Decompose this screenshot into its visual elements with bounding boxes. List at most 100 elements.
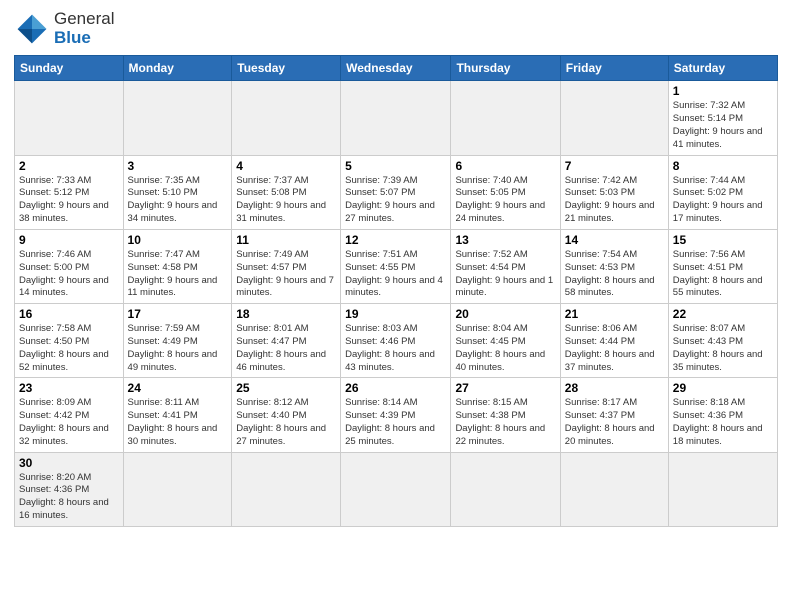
day-number: 30 [19, 456, 119, 470]
day-number: 9 [19, 233, 119, 247]
calendar-cell-2-5: 14 Sunrise: 7:54 AM Sunset: 4:53 PM Dayli… [560, 229, 668, 303]
week-row-4: 23 Sunrise: 8:09 AM Sunset: 4:42 PM Dayli… [15, 378, 778, 452]
day-info: Sunrise: 7:52 AM Sunset: 4:54 PM Dayligh… [455, 249, 555, 300]
day-info: Sunrise: 8:15 AM Sunset: 4:38 PM Dayligh… [455, 397, 555, 448]
calendar-cell-3-2: 18Sunrise: 8:01 AM Sunset: 4:47 PM Dayli… [232, 304, 341, 378]
day-number: 22 [673, 307, 773, 321]
day-info: Sunrise: 7:33 AM Sunset: 5:12 PM Dayligh… [19, 175, 119, 226]
day-info: Sunrise: 7:44 AM Sunset: 5:02 PM Dayligh… [673, 175, 773, 226]
day-number: 2 [19, 159, 119, 173]
day-info: Sunrise: 8:20 AM Sunset: 4:36 PM Dayligh… [19, 472, 119, 523]
day-number: 6 [455, 159, 555, 173]
weekday-header-sunday: Sunday [15, 56, 124, 81]
calendar-cell-3-1: 17 Sunrise: 7:59 AM Sunset: 4:49 PM Dayli… [123, 304, 232, 378]
day-number: 1 [673, 84, 773, 98]
day-number: 27 [455, 381, 555, 395]
weekday-header-wednesday: Wednesday [341, 56, 451, 81]
calendar-cell-4-5: 28 Sunrise: 8:17 AM Sunset: 4:37 PM Dayli… [560, 378, 668, 452]
calendar-cell-2-4: 13Sunrise: 7:52 AM Sunset: 4:54 PM Dayli… [451, 229, 560, 303]
weekday-header-friday: Friday [560, 56, 668, 81]
day-number: 21 [565, 307, 664, 321]
day-info: Sunrise: 7:32 AM Sunset: 5:14 PM Dayligh… [673, 100, 773, 151]
calendar-cell-4-6: 29 Sunrise: 8:18 AM Sunset: 4:36 PM Dayli… [668, 378, 777, 452]
logo-blue-text: Blue [54, 28, 91, 47]
calendar-cell-0-2 [232, 81, 341, 155]
weekday-header-tuesday: Tuesday [232, 56, 341, 81]
calendar-cell-2-2: 11Sunrise: 7:49 AM Sunset: 4:57 PM Dayli… [232, 229, 341, 303]
day-number: 25 [236, 381, 336, 395]
day-number: 12 [345, 233, 446, 247]
calendar-cell-5-6 [668, 452, 777, 526]
day-info: Sunrise: 7:56 AM Sunset: 4:51 PM Dayligh… [673, 249, 773, 300]
day-info: Sunrise: 7:40 AM Sunset: 5:05 PM Dayligh… [455, 175, 555, 226]
calendar-cell-5-3 [341, 452, 451, 526]
calendar-cell-1-2: 4Sunrise: 7:37 AM Sunset: 5:08 PM Daylig… [232, 155, 341, 229]
week-row-5: 30 Sunrise: 8:20 AM Sunset: 4:36 PM Dayli… [15, 452, 778, 526]
calendar-cell-1-0: 2 Sunrise: 7:33 AM Sunset: 5:12 PM Daylig… [15, 155, 124, 229]
calendar-table: SundayMondayTuesdayWednesdayThursdayFrid… [14, 55, 778, 527]
day-number: 29 [673, 381, 773, 395]
week-row-3: 16Sunrise: 7:58 AM Sunset: 4:50 PM Dayli… [15, 304, 778, 378]
calendar-cell-4-0: 23 Sunrise: 8:09 AM Sunset: 4:42 PM Dayli… [15, 378, 124, 452]
day-info: Sunrise: 7:39 AM Sunset: 5:07 PM Dayligh… [345, 175, 446, 226]
day-info: Sunrise: 7:54 AM Sunset: 4:53 PM Dayligh… [565, 249, 664, 300]
calendar-cell-4-2: 25Sunrise: 8:12 AM Sunset: 4:40 PM Dayli… [232, 378, 341, 452]
calendar-cell-1-6: 8Sunrise: 7:44 AM Sunset: 5:02 PM Daylig… [668, 155, 777, 229]
weekday-header-thursday: Thursday [451, 56, 560, 81]
header: General Blue [14, 10, 778, 47]
day-info: Sunrise: 7:47 AM Sunset: 4:58 PM Dayligh… [128, 249, 228, 300]
day-number: 23 [19, 381, 119, 395]
page: General Blue SundayMondayTuesdayWednesda… [0, 0, 792, 612]
day-info: Sunrise: 7:46 AM Sunset: 5:00 PM Dayligh… [19, 249, 119, 300]
calendar-cell-5-4 [451, 452, 560, 526]
day-number: 14 [565, 233, 664, 247]
calendar-cell-1-5: 7 Sunrise: 7:42 AM Sunset: 5:03 PM Daylig… [560, 155, 668, 229]
calendar-cell-0-6: 1 Sunrise: 7:32 AM Sunset: 5:14 PM Daylig… [668, 81, 777, 155]
logo-text: General Blue [54, 10, 114, 47]
day-number: 24 [128, 381, 228, 395]
calendar-cell-0-5 [560, 81, 668, 155]
calendar-cell-3-4: 20Sunrise: 8:04 AM Sunset: 4:45 PM Dayli… [451, 304, 560, 378]
day-info: Sunrise: 7:49 AM Sunset: 4:57 PM Dayligh… [236, 249, 336, 300]
calendar-cell-4-4: 27 Sunrise: 8:15 AM Sunset: 4:38 PM Dayli… [451, 378, 560, 452]
day-info: Sunrise: 8:18 AM Sunset: 4:36 PM Dayligh… [673, 397, 773, 448]
calendar-cell-3-5: 21Sunrise: 8:06 AM Sunset: 4:44 PM Dayli… [560, 304, 668, 378]
day-number: 16 [19, 307, 119, 321]
day-info: Sunrise: 8:17 AM Sunset: 4:37 PM Dayligh… [565, 397, 664, 448]
calendar-cell-0-0 [15, 81, 124, 155]
calendar-cell-1-1: 3 Sunrise: 7:35 AM Sunset: 5:10 PM Daylig… [123, 155, 232, 229]
weekday-header-monday: Monday [123, 56, 232, 81]
day-info: Sunrise: 7:35 AM Sunset: 5:10 PM Dayligh… [128, 175, 228, 226]
day-number: 17 [128, 307, 228, 321]
day-info: Sunrise: 8:03 AM Sunset: 4:46 PM Dayligh… [345, 323, 446, 374]
day-info: Sunrise: 8:11 AM Sunset: 4:41 PM Dayligh… [128, 397, 228, 448]
calendar-cell-0-3 [341, 81, 451, 155]
day-number: 28 [565, 381, 664, 395]
calendar-cell-0-1 [123, 81, 232, 155]
day-number: 7 [565, 159, 664, 173]
week-row-2: 9 Sunrise: 7:46 AM Sunset: 5:00 PM Daylig… [15, 229, 778, 303]
calendar-cell-0-4 [451, 81, 560, 155]
day-info: Sunrise: 7:42 AM Sunset: 5:03 PM Dayligh… [565, 175, 664, 226]
logo: General Blue [14, 10, 114, 47]
logo-icon [14, 11, 50, 47]
calendar-cell-1-3: 5 Sunrise: 7:39 AM Sunset: 5:07 PM Daylig… [341, 155, 451, 229]
day-number: 3 [128, 159, 228, 173]
day-info: Sunrise: 8:09 AM Sunset: 4:42 PM Dayligh… [19, 397, 119, 448]
day-number: 5 [345, 159, 446, 173]
calendar-cell-3-6: 22Sunrise: 8:07 AM Sunset: 4:43 PM Dayli… [668, 304, 777, 378]
calendar-cell-4-3: 26Sunrise: 8:14 AM Sunset: 4:39 PM Dayli… [341, 378, 451, 452]
day-number: 26 [345, 381, 446, 395]
day-number: 19 [345, 307, 446, 321]
day-number: 10 [128, 233, 228, 247]
weekday-header-saturday: Saturday [668, 56, 777, 81]
calendar-cell-5-1 [123, 452, 232, 526]
calendar-cell-1-4: 6 Sunrise: 7:40 AM Sunset: 5:05 PM Daylig… [451, 155, 560, 229]
calendar-cell-3-0: 16Sunrise: 7:58 AM Sunset: 4:50 PM Dayli… [15, 304, 124, 378]
calendar-cell-5-5 [560, 452, 668, 526]
day-number: 20 [455, 307, 555, 321]
day-info: Sunrise: 7:59 AM Sunset: 4:49 PM Dayligh… [128, 323, 228, 374]
calendar-cell-3-3: 19 Sunrise: 8:03 AM Sunset: 4:46 PM Dayli… [341, 304, 451, 378]
calendar-cell-2-6: 15Sunrise: 7:56 AM Sunset: 4:51 PM Dayli… [668, 229, 777, 303]
day-number: 18 [236, 307, 336, 321]
